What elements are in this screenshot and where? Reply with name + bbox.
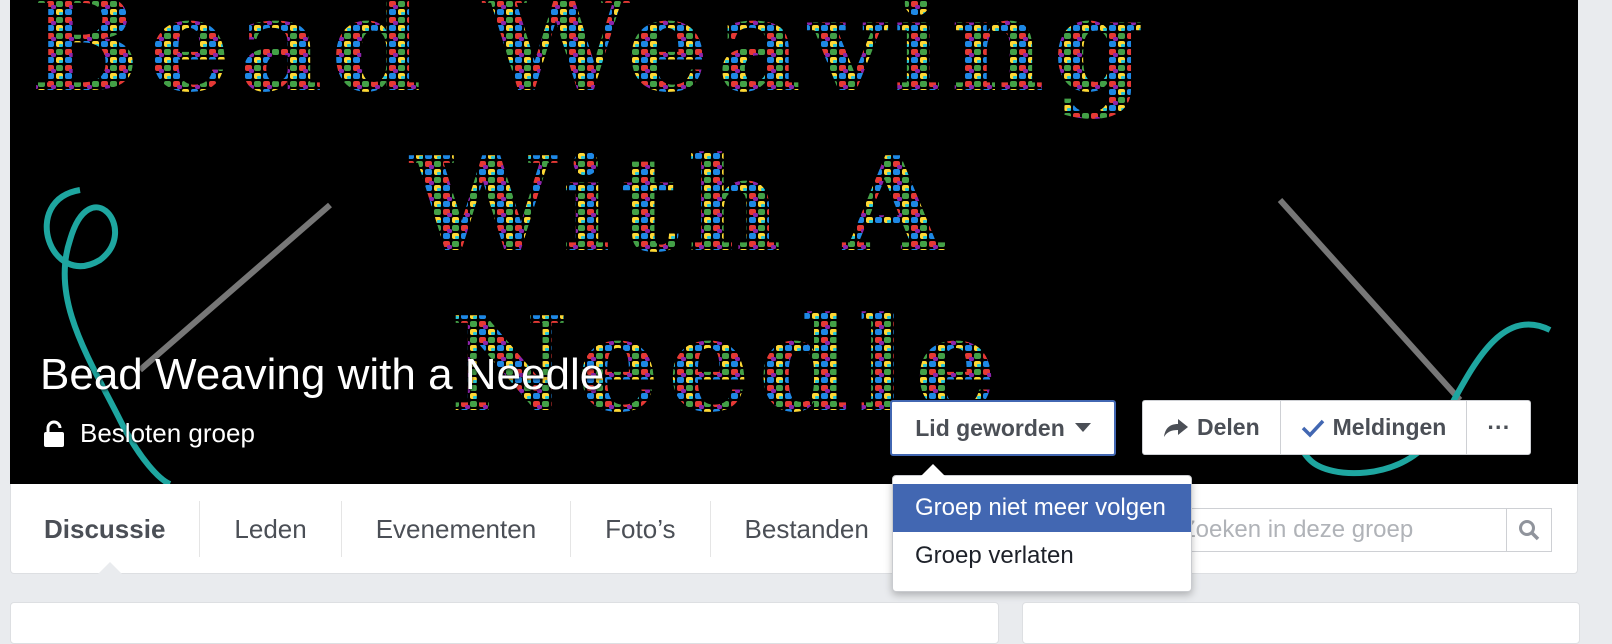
more-icon: ··· — [1487, 414, 1511, 440]
checkmark-icon — [1301, 419, 1324, 438]
menu-item-leave-group[interactable]: Groep verlaten — [893, 532, 1191, 580]
tab-discussion[interactable]: Discussie — [10, 501, 201, 557]
tab-photos[interactable]: Foto’s — [571, 501, 711, 557]
svg-text:Bead Weaving: Bead Weaving — [30, 0, 1152, 121]
tab-label: Leden — [234, 513, 307, 544]
tab-files[interactable]: Bestanden — [711, 501, 903, 557]
search-input[interactable] — [1171, 515, 1506, 545]
tab-label: Foto’s — [605, 513, 676, 544]
joined-button[interactable]: Lid geworden — [890, 400, 1116, 456]
lock-icon — [44, 420, 64, 447]
group-actions: Delen Meldingen ··· — [1142, 400, 1532, 455]
notifications-label: Meldingen — [1332, 414, 1447, 440]
privacy-status: Besloten groep — [42, 418, 255, 449]
share-arrow-icon — [1164, 418, 1188, 437]
search-button[interactable] — [1506, 509, 1551, 551]
joined-label: Lid geworden — [915, 414, 1065, 441]
active-tab-indicator — [98, 562, 122, 574]
more-options-button[interactable]: ··· — [1467, 401, 1530, 454]
share-label: Delen — [1197, 414, 1260, 440]
side-column-card — [1022, 602, 1580, 644]
tab-label: Evenementen — [375, 513, 537, 544]
tab-label: Discussie — [44, 513, 166, 544]
menu-item-label: Groep verlaten — [915, 542, 1074, 569]
menu-item-label: Groep niet meer volgen — [915, 494, 1166, 521]
group-title[interactable]: Bead Weaving with a Needle — [40, 350, 604, 400]
tab-members[interactable]: Leden — [200, 501, 342, 557]
menu-item-unfollow-group[interactable]: Groep niet meer volgen — [893, 484, 1191, 532]
main-column-card — [10, 602, 999, 644]
joined-dropdown-menu: Groep niet meer volgen Groep verlaten — [892, 464, 1192, 592]
group-search — [1170, 508, 1552, 552]
privacy-label: Besloten groep — [80, 418, 255, 448]
svg-text:With A: With A — [408, 128, 952, 281]
search-icon — [1519, 520, 1540, 541]
tab-events[interactable]: Evenementen — [342, 501, 572, 557]
share-button[interactable]: Delen — [1143, 401, 1281, 454]
caret-down-icon — [1074, 423, 1091, 432]
tab-label: Bestanden — [744, 513, 869, 544]
notifications-button[interactable]: Meldingen — [1281, 401, 1468, 454]
